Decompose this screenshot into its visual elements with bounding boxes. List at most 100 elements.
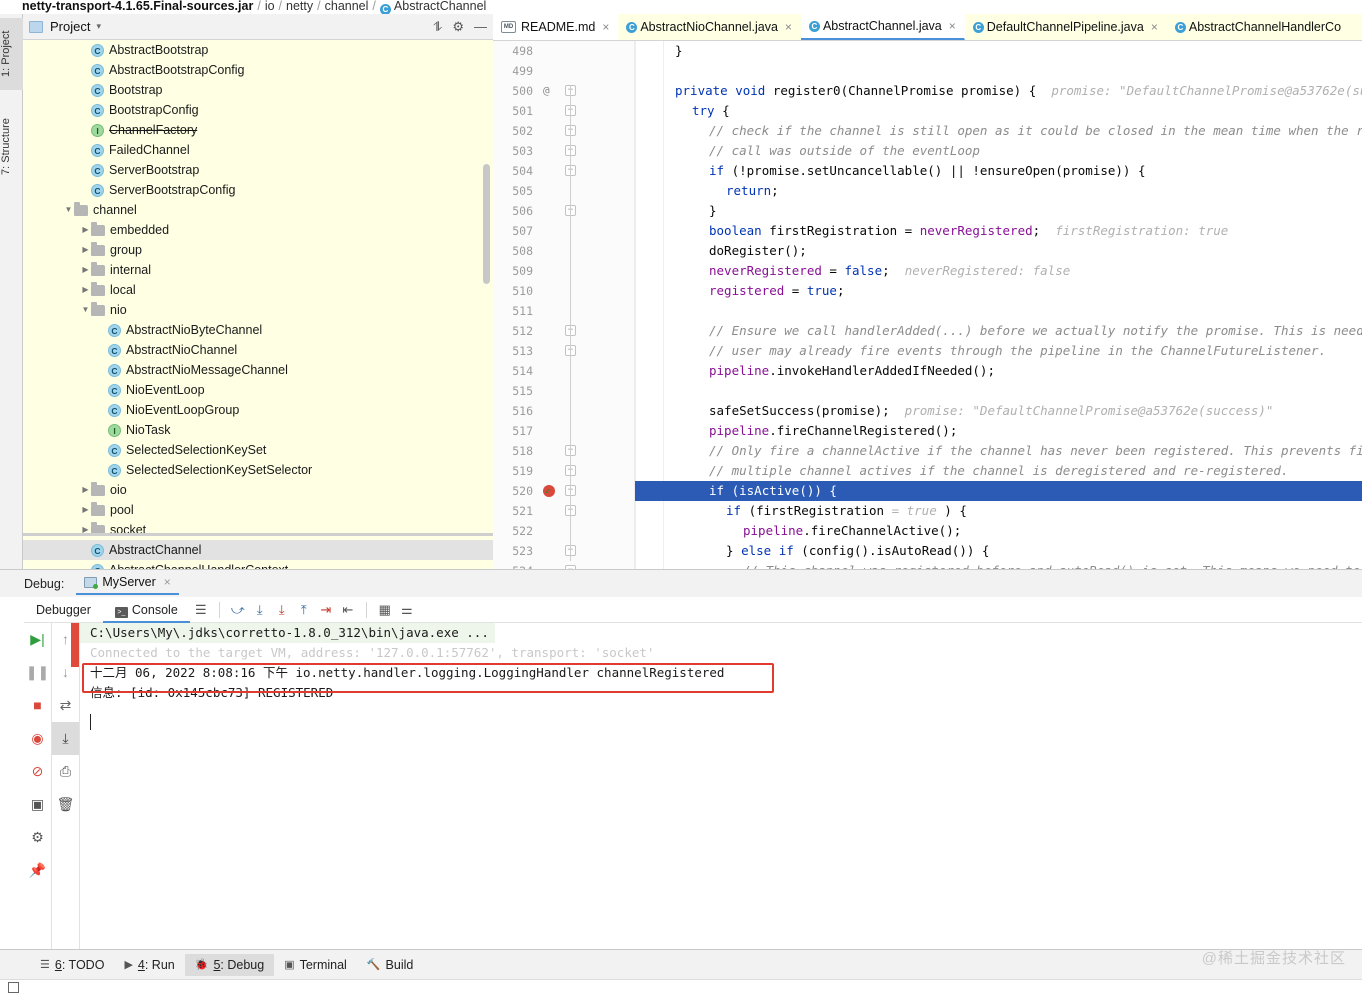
status-bar[interactable]: ☰ 6: TODO ▶ 4: Run 🐞 5: Debug ▣ Terminal 🔨 Build — [0, 949, 1362, 979]
tree-item-serverbootstrap[interactable]: C ServerBootstrap — [23, 160, 493, 180]
chevron-right-icon[interactable]: ▶ — [80, 240, 91, 260]
layout-icon[interactable]: ☰ — [190, 602, 212, 618]
mute-breakpoints-icon[interactable]: ⊘ — [24, 755, 51, 788]
tree-item-niotask[interactable]: I NioTask — [23, 420, 493, 440]
resume-icon[interactable]: ▶| — [24, 623, 51, 656]
tree-item-group[interactable]: ▶ group — [23, 240, 493, 260]
tree-item-serverbootstrapconfig[interactable]: C ServerBootstrapConfig — [23, 180, 493, 200]
tree-item-abstractniomessagechannel[interactable]: C AbstractNioMessageChannel — [23, 360, 493, 380]
gutter-line[interactable]: 508 — [493, 241, 635, 261]
gutter-line[interactable]: 503− — [493, 141, 635, 161]
tree-item-channel[interactable]: ▼ channel — [23, 200, 493, 220]
close-icon[interactable]: × — [785, 20, 792, 34]
tree-item-selectedselectionkeysetselector[interactable]: C SelectedSelectionKeySetSelector — [23, 460, 493, 480]
tree-item-abstractchannel[interactable]: C AbstractChannel — [23, 540, 493, 560]
tree-item-failedchannel[interactable]: C FailedChannel — [23, 140, 493, 160]
close-icon[interactable]: × — [1151, 20, 1158, 34]
run-config-tab[interactable]: MyServer × — [76, 572, 179, 595]
chevron-right-icon[interactable]: ▶ — [80, 480, 91, 500]
status-item-build[interactable]: 🔨 Build — [357, 954, 424, 976]
breadcrumb-part-channel[interactable]: channel — [325, 0, 369, 13]
chevron-right-icon[interactable]: ▶ — [80, 280, 91, 300]
gutter-line[interactable]: 517 — [493, 421, 635, 441]
sidebar-tab-structure[interactable]: 7: Structure — [0, 106, 23, 188]
view-breakpoints-icon[interactable]: ◉ — [24, 722, 51, 755]
override-marker-icon[interactable]: @ — [543, 81, 550, 101]
sidebar-tab-project[interactable]: 1: Project — [0, 18, 23, 90]
gutter-line[interactable]: 511 — [493, 301, 635, 321]
gutter-line[interactable]: 504− — [493, 161, 635, 181]
gutter-line[interactable]: 519− — [493, 461, 635, 481]
gutter-line[interactable]: 507 — [493, 221, 635, 241]
force-step-into-icon[interactable]: ⤓ — [271, 602, 293, 618]
chevron-down-icon[interactable]: ▼ — [63, 200, 74, 220]
gutter-line[interactable]: 514 — [493, 361, 635, 381]
breadcrumb-jar[interactable]: netty-transport-4.1.65.Final-sources.jar — [22, 0, 253, 13]
gutter-line[interactable]: 516 — [493, 401, 635, 421]
debug-toolbar[interactable]: Debugger >_ Console ☰ ⤻ ⤓ ⤓ ⤒ ⇥ ⇤ ▦ ⚌ — [24, 597, 1362, 623]
gutter-line[interactable]: 498 — [493, 41, 635, 61]
tree-item-abstractniobytechannel[interactable]: C AbstractNioByteChannel — [23, 320, 493, 340]
breakpoint-icon[interactable] — [543, 482, 555, 502]
debug-side-toolbar-right[interactable]: ↑ ↓ ⇄ ⤓ ⎙ 🗑 — [52, 623, 80, 950]
print-icon[interactable]: ⎙ — [52, 755, 79, 788]
gutter-line[interactable]: 510 — [493, 281, 635, 301]
gutter-line[interactable]: 501− — [493, 101, 635, 121]
status-item-run[interactable]: ▶ 4: Run — [114, 954, 184, 976]
gutter-line[interactable]: 521− — [493, 501, 635, 521]
editor-tab-abstractchannel-java[interactable]: C AbstractChannel.java × — [800, 14, 965, 40]
tab-console[interactable]: >_ Console — [102, 597, 190, 623]
tree-item-embedded[interactable]: ▶ embedded — [23, 220, 493, 240]
tree-item-pool[interactable]: ▶ pool — [23, 500, 493, 520]
run-to-cursor-icon[interactable]: ⇥ — [315, 602, 337, 618]
breadcrumb-part-netty[interactable]: netty — [286, 0, 313, 13]
screenshot-icon[interactable]: ▣ — [24, 788, 51, 821]
gutter-line[interactable]: 523− — [493, 541, 635, 561]
collapse-all-icon[interactable]: ⥮ — [433, 19, 442, 35]
soft-wrap-icon[interactable]: ⇄ — [52, 689, 79, 722]
editor-gutter[interactable]: 498499500@−501−502−503−504−505506−507508… — [493, 41, 635, 569]
breadcrumb-file[interactable]: AbstractChannel — [394, 0, 486, 13]
close-icon[interactable]: × — [602, 20, 609, 34]
tree-item-local[interactable]: ▶ local — [23, 280, 493, 300]
tree-item-abstractbootstrapconfig[interactable]: C AbstractBootstrapConfig — [23, 60, 493, 80]
close-icon[interactable]: × — [164, 575, 171, 589]
editor-tab-defaultchannelpipeline-java[interactable]: C DefaultChannelPipeline.java × — [965, 14, 1167, 40]
tree-item-channelfactory[interactable]: I ChannelFactory — [23, 120, 493, 140]
gutter-line[interactable]: 509 — [493, 261, 635, 281]
chevron-right-icon[interactable]: ▶ — [80, 520, 91, 540]
tree-item-nio[interactable]: ▼ nio — [23, 300, 493, 320]
project-tree-scrollbar[interactable] — [483, 164, 490, 284]
gutter-line[interactable]: 512− — [493, 321, 635, 341]
drop-frame-icon[interactable]: ⇤ — [337, 602, 359, 618]
clear-all-icon[interactable]: 🗑 — [52, 788, 79, 821]
gutter-line[interactable]: 524− — [493, 561, 635, 569]
tree-item-oio[interactable]: ▶ oio — [23, 480, 493, 500]
close-icon[interactable]: × — [949, 19, 956, 33]
settings-gear-icon[interactable]: ⚙ — [24, 821, 51, 854]
tree-item-internal[interactable]: ▶ internal — [23, 260, 493, 280]
gutter-line[interactable]: 522 — [493, 521, 635, 541]
pin-icon[interactable]: 📌 — [24, 854, 51, 887]
project-tree[interactable]: C AbstractBootstrap C AbstractBootstrapConf… — [23, 40, 493, 569]
gutter-line[interactable]: 505 — [493, 181, 635, 201]
window-icon[interactable] — [8, 982, 19, 993]
code-editor[interactable]: 498499500@−501−502−503−504−505506−507508… — [493, 41, 1362, 569]
step-over-icon[interactable]: ⤻ — [227, 602, 249, 618]
chevron-right-icon[interactable]: ▶ — [80, 500, 91, 520]
tab-debugger[interactable]: Debugger — [24, 597, 103, 623]
tree-item-selectedselectionkeyset[interactable]: C SelectedSelectionKeySet — [23, 440, 493, 460]
minimize-icon[interactable]: — — [474, 19, 487, 34]
gutter-line[interactable]: 502− — [493, 121, 635, 141]
chevron-down-icon[interactable]: ▼ — [80, 300, 91, 320]
chevron-down-icon[interactable]: ▾ — [96, 21, 101, 32]
gutter-line[interactable]: 520− — [493, 481, 635, 502]
debug-side-toolbar-left[interactable]: ▶| ❚❚ ■ ◉ ⊘ ▣ ⚙ 📌 — [24, 623, 52, 950]
tree-item-bootstrap[interactable]: C Bootstrap — [23, 80, 493, 100]
evaluate-icon[interactable]: ▦ — [374, 602, 396, 618]
tree-item-nioeventloopgroup[interactable]: C NioEventLoopGroup — [23, 400, 493, 420]
gutter-line[interactable]: 499 — [493, 61, 635, 81]
editor-tab-abstractniochannel-java[interactable]: C AbstractNioChannel.java × — [618, 14, 801, 40]
project-panel-divider[interactable] — [23, 533, 493, 536]
tree-item-abstractchannelhandlercontext[interactable]: CAbstractChannelHandlerContext — [23, 560, 493, 569]
